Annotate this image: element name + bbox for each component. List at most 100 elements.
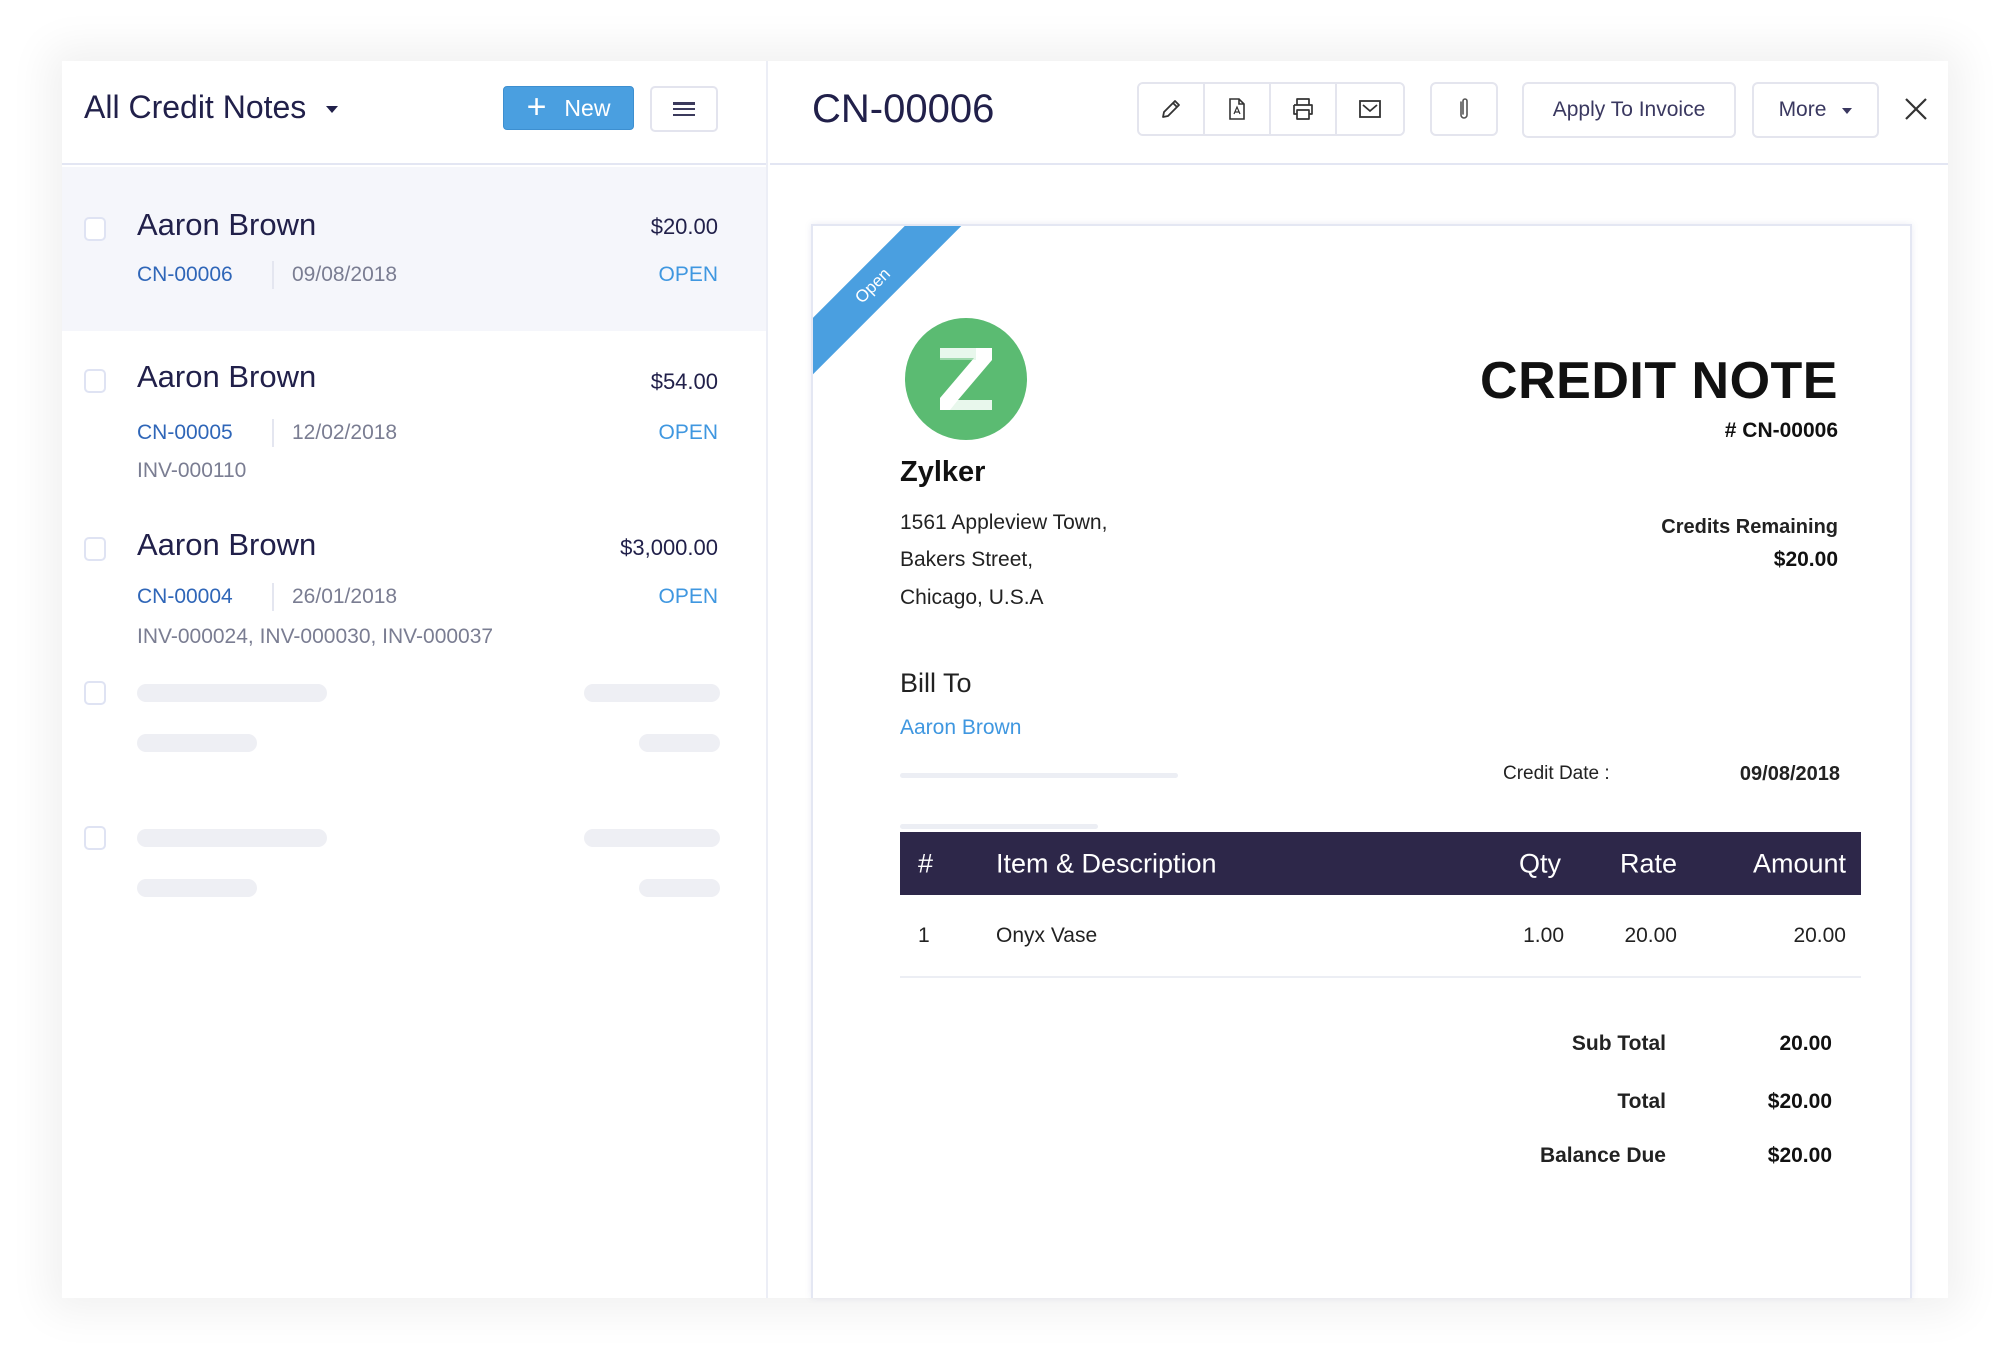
plus-icon: +	[526, 87, 547, 126]
edit-icon	[1162, 100, 1180, 118]
customer-name: Aaron Brown	[137, 527, 317, 562]
list-item[interactable]: Aaron Brown $3,000.00 CN-00004 26/01/201…	[62, 509, 766, 677]
new-button-label: New	[564, 94, 611, 121]
cell-qty: 1.00	[1523, 923, 1564, 947]
list-item[interactable]: Aaron Brown $54.00 CN-00005 12/02/2018 O…	[62, 331, 766, 509]
table-row: 1 Onyx Vase 1.00 20.00 20.00	[900, 895, 1861, 978]
credit-note-number[interactable]: CN-00004	[137, 585, 233, 609]
company-name: Zylker	[900, 456, 986, 488]
company-logo	[905, 318, 1027, 440]
cell-number: 1	[918, 923, 930, 947]
subtotal-value: 20.00	[1779, 1032, 1832, 1055]
close-button[interactable]	[1898, 91, 1934, 127]
print-button[interactable]	[1271, 84, 1337, 134]
edit-button[interactable]	[1139, 84, 1205, 134]
detail-header: CN-00006 Apply To Invoice More	[770, 61, 1948, 165]
list-menu-button[interactable]	[650, 86, 718, 132]
row-checkbox[interactable]	[84, 369, 106, 393]
email-icon	[1359, 100, 1381, 118]
close-icon	[1905, 98, 1927, 120]
credit-note-number[interactable]: CN-00006	[137, 263, 233, 287]
items-table-header: # Item & Description Qty Rate Amount	[900, 832, 1861, 895]
customer-name: Aaron Brown	[137, 359, 317, 394]
skeleton-line	[639, 879, 720, 897]
credits-remaining-label: Credits Remaining	[1661, 516, 1838, 538]
bill-to-customer-link[interactable]: Aaron Brown	[900, 716, 1021, 740]
col-header-rate: Rate	[1619, 848, 1677, 878]
app-window: All Credit Notes + New Aaron Brown $20.0…	[62, 61, 1948, 1298]
skeleton-line	[137, 829, 327, 847]
linked-invoices: INV-000110	[137, 459, 247, 482]
attach-button[interactable]	[1430, 82, 1498, 136]
address-placeholder	[900, 773, 1178, 778]
balance-due-value: $20.00	[1767, 1144, 1832, 1167]
skeleton-line	[639, 734, 720, 752]
address-placeholder	[900, 824, 1098, 829]
credit-date-value: 09/08/2018	[1739, 763, 1840, 785]
credit-date: 12/02/2018	[292, 421, 398, 444]
attachment-icon	[1460, 98, 1468, 119]
credit-notes-list: Aaron Brown $20.00 CN-00006 09/08/2018 O…	[62, 167, 766, 967]
address-line: Bakers Street,	[900, 548, 1034, 571]
credit-amount: $54.00	[650, 369, 718, 394]
linked-invoices: INV-000024, INV-000030, INV-000037	[137, 625, 494, 648]
document-title: CREDIT NOTE	[1480, 352, 1838, 410]
action-icon-group	[1137, 82, 1405, 136]
row-checkbox[interactable]	[84, 826, 106, 850]
col-header-item: Item & Description	[996, 848, 1217, 878]
list-item[interactable]: Aaron Brown $20.00 CN-00006 09/08/2018 O…	[62, 167, 766, 331]
separator	[272, 583, 274, 611]
apply-to-invoice-button[interactable]: Apply To Invoice	[1522, 82, 1736, 138]
skeleton-item	[62, 822, 766, 967]
row-checkbox[interactable]	[84, 681, 106, 705]
more-button[interactable]: More	[1752, 82, 1879, 138]
caret-down-icon	[1842, 108, 1853, 114]
customer-name: Aaron Brown	[137, 207, 317, 242]
skeleton-item	[62, 677, 766, 822]
cell-item: Onyx Vase	[996, 923, 1098, 947]
subtotal-label: Sub Total	[1571, 1032, 1666, 1055]
balance-due-label: Balance Due	[1539, 1144, 1666, 1167]
skeleton-line	[137, 684, 327, 702]
view-title: All Credit Notes	[84, 89, 307, 125]
row-checkbox[interactable]	[84, 217, 106, 241]
row-checkbox[interactable]	[84, 537, 106, 561]
new-credit-note-button[interactable]: + New	[503, 86, 634, 130]
col-header-amount: Amount	[1752, 848, 1846, 878]
credit-date: 26/01/2018	[292, 585, 398, 608]
bill-to-label: Bill To	[900, 668, 972, 698]
view-selector-dropdown[interactable]: All Credit Notes	[84, 89, 339, 126]
skeleton-line	[137, 734, 257, 752]
skeleton-line	[584, 684, 720, 702]
status-badge: OPEN	[658, 263, 718, 286]
detail-title: CN-00006	[812, 87, 995, 131]
address-line: Chicago, U.S.A	[900, 586, 1044, 609]
credit-date-label: Credit Date :	[1503, 763, 1610, 784]
list-header: All Credit Notes + New	[62, 61, 766, 165]
email-button[interactable]	[1337, 84, 1403, 134]
address-line: 1561 Appleview Town,	[900, 511, 1108, 534]
hamburger-icon	[673, 102, 695, 116]
credit-amount: $3,000.00	[620, 535, 718, 560]
col-header-qty: Qty	[1518, 848, 1561, 878]
cell-rate: 20.00	[1624, 923, 1677, 947]
total-label: Total	[1617, 1090, 1666, 1113]
pdf-button[interactable]	[1205, 84, 1271, 134]
credit-notes-list-panel: All Credit Notes + New Aaron Brown $20.0…	[62, 61, 768, 1298]
document-number: # CN-00006	[1724, 419, 1838, 442]
skeleton-line	[584, 829, 720, 847]
more-button-label: More	[1778, 98, 1827, 121]
status-badge: OPEN	[658, 421, 718, 444]
separator	[272, 419, 274, 447]
total-value: $20.00	[1767, 1090, 1832, 1113]
credits-remaining-value: $20.00	[1773, 548, 1838, 571]
status-badge: OPEN	[658, 585, 718, 608]
col-header-number: #	[918, 848, 934, 878]
skeleton-line	[137, 879, 257, 897]
credit-note-number[interactable]: CN-00005	[137, 421, 233, 445]
credit-amount: $20.00	[650, 214, 718, 239]
logo-z-icon	[940, 348, 992, 410]
pdf-icon	[1229, 98, 1245, 120]
credit-date: 09/08/2018	[292, 263, 398, 286]
separator	[272, 261, 274, 289]
